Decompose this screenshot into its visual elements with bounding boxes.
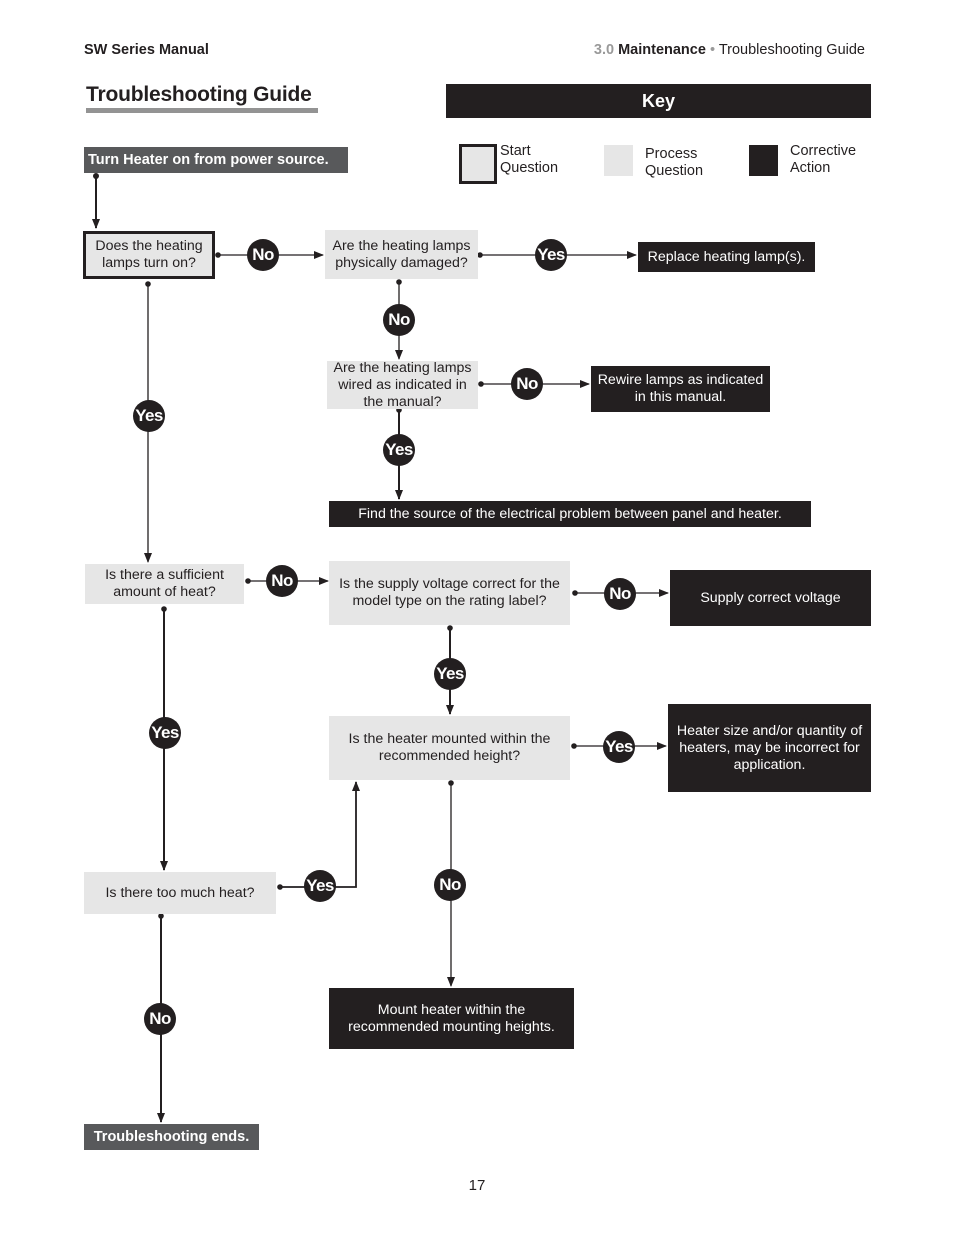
connector-dot <box>245 578 251 584</box>
badge-wired-yes: Yes <box>383 434 415 466</box>
badge-damaged-yes: Yes <box>535 239 567 271</box>
connector-dot <box>277 884 283 890</box>
connector-dot <box>215 252 221 258</box>
badge-sufficient-yes: Yes <box>149 717 181 749</box>
connector-dot <box>158 913 164 919</box>
badge-wired-no: No <box>511 368 543 400</box>
node-lamps-turn-on: Does the heating lamps turn on? <box>83 231 215 279</box>
node-mount-heater: Mount heater within the recommended moun… <box>329 988 574 1049</box>
connector-dot <box>572 590 578 596</box>
badge-damaged-no: No <box>383 304 415 336</box>
connector-dot <box>161 606 167 612</box>
node-replace-lamps: Replace heating lamp(s). <box>638 242 815 272</box>
badge-lamps-on-no: No <box>247 239 279 271</box>
node-find-electrical-source: Find the source of the electrical proble… <box>329 501 811 527</box>
connector-dot <box>448 780 454 786</box>
node-lamps-damaged: Are the heating lamps physically damaged… <box>325 230 478 279</box>
badge-voltage-yes: Yes <box>434 658 466 690</box>
node-sufficient-heat: Is there a sufficient amount of heat? <box>85 564 244 604</box>
node-too-much-heat: Is there too much heat? <box>84 872 276 914</box>
badge-voltage-no: No <box>604 578 636 610</box>
node-supply-voltage: Is the supply voltage correct for the mo… <box>329 561 570 625</box>
node-heater-mounted: Is the heater mounted within the recomme… <box>329 716 570 780</box>
badge-lamps-on-yes: Yes <box>133 400 165 432</box>
connector-dot <box>477 252 483 258</box>
connector-dot <box>447 625 453 631</box>
connector-dot <box>93 173 99 179</box>
badge-too-much-no: No <box>144 1003 176 1035</box>
badge-mounted-yes: Yes <box>603 731 635 763</box>
connector-dot <box>145 281 151 287</box>
node-rewire-lamps: Rewire lamps as indicated in this manual… <box>591 366 770 412</box>
node-heater-size: Heater size and/or quantity of heaters, … <box>668 704 871 792</box>
badge-too-much-yes: Yes <box>304 870 336 902</box>
badge-sufficient-no: No <box>266 565 298 597</box>
badge-mounted-no: No <box>434 869 466 901</box>
node-turn-heater-on: Turn Heater on from power source. <box>84 147 348 173</box>
connector-dot <box>478 381 484 387</box>
page-number: 17 <box>468 1177 486 1194</box>
connector-dot <box>396 279 402 285</box>
node-lamps-wired: Are the heating lamps wired as indicated… <box>327 360 478 410</box>
node-supply-correct-voltage: Supply correct voltage <box>670 570 871 626</box>
node-troubleshooting-ends: Troubleshooting ends. <box>84 1124 259 1150</box>
connector-dot <box>571 743 577 749</box>
